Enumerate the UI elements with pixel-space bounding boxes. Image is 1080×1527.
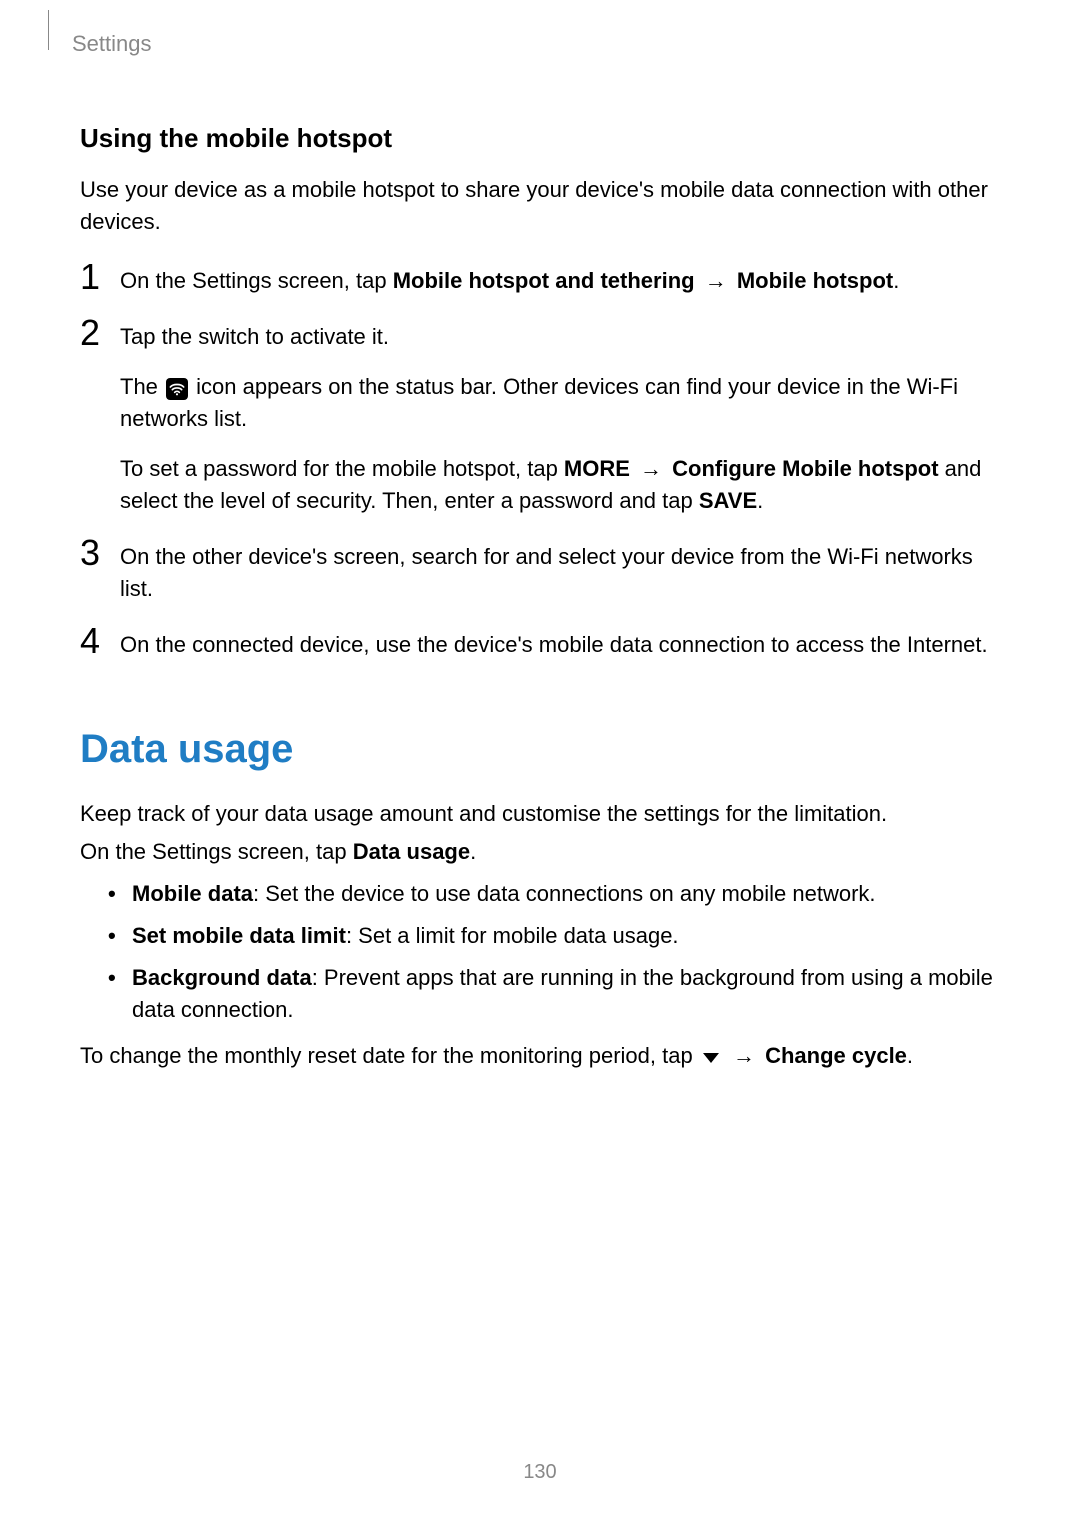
content: Using the mobile hotspot Use your device…: [80, 120, 1000, 1074]
text: .: [470, 839, 476, 864]
step: 1 On the Settings screen, tap Mobile hot…: [80, 259, 1000, 297]
bold-text: Mobile data: [132, 881, 253, 906]
bold-text: Mobile hotspot and tethering: [393, 268, 695, 293]
text: .: [893, 268, 899, 293]
list-item: Set mobile data limit: Set a limit for m…: [108, 920, 1000, 952]
text: .: [757, 488, 763, 513]
text: icon appears on the status bar. Other de…: [120, 374, 958, 431]
step-number: 3: [80, 535, 120, 571]
page: Settings Using the mobile hotspot Use yo…: [0, 0, 1080, 1527]
text: On the other device's screen, search for…: [120, 541, 1000, 605]
step-number: 4: [80, 623, 120, 659]
arrow-text: →: [695, 268, 737, 293]
step: 3 On the other device's screen, search f…: [80, 535, 1000, 605]
bold-text: MORE: [564, 456, 630, 481]
paragraph: Keep track of your data usage amount and…: [80, 798, 1000, 830]
text: : Set a limit for mobile data usage.: [346, 923, 679, 948]
bold-text: SAVE: [699, 488, 757, 513]
step: 2 Tap the switch to activate it. The: [80, 315, 1000, 516]
text: Tap the switch to activate it.: [120, 321, 1000, 353]
text: On the connected device, use the device'…: [120, 629, 1000, 661]
step-body: On the connected device, use the device'…: [120, 623, 1000, 661]
bullet-list: Mobile data: Set the device to use data …: [80, 878, 1000, 1026]
intro-paragraph: Use your device as a mobile hotspot to s…: [80, 174, 1000, 238]
text: To set a password for the mobile hotspot…: [120, 456, 564, 481]
paragraph: To change the monthly reset date for the…: [80, 1040, 1000, 1074]
text: To change the monthly reset date for the…: [80, 1043, 699, 1068]
text: On the Settings screen, tap: [80, 839, 353, 864]
bold-text: Configure Mobile hotspot: [672, 456, 938, 481]
arrow-text: →: [630, 456, 672, 481]
step-body: Tap the switch to activate it. The icon: [120, 315, 1000, 516]
step-number: 1: [80, 259, 120, 295]
hotspot-icon: [166, 378, 188, 400]
bold-text: Background data: [132, 965, 312, 990]
arrow-text: →: [729, 1043, 765, 1068]
section-title: Data usage: [80, 720, 1000, 778]
header-rule: [48, 10, 49, 50]
list-item: Mobile data: Set the device to use data …: [108, 878, 1000, 910]
page-number: 130: [0, 1458, 1080, 1487]
dropdown-icon: [701, 1042, 721, 1074]
list-item: Background data: Prevent apps that are r…: [108, 962, 1000, 1026]
paragraph: On the Settings screen, tap Data usage.: [80, 836, 1000, 868]
step-body: On the other device's screen, search for…: [120, 535, 1000, 605]
step-body: On the Settings screen, tap Mobile hotsp…: [120, 259, 1000, 297]
subsection-heading: Using the mobile hotspot: [80, 120, 1000, 158]
text: .: [907, 1043, 913, 1068]
bold-text: Set mobile data limit: [132, 923, 346, 948]
steps-list: 1 On the Settings screen, tap Mobile hot…: [80, 259, 1000, 660]
bold-text: Mobile hotspot: [737, 268, 893, 293]
bold-text: Data usage: [353, 839, 470, 864]
text: The: [120, 374, 164, 399]
header-section-label: Settings: [72, 28, 152, 60]
text: : Set the device to use data connections…: [253, 881, 876, 906]
step: 4 On the connected device, use the devic…: [80, 623, 1000, 661]
bold-text: Change cycle: [765, 1043, 907, 1068]
text: On the Settings screen, tap: [120, 268, 393, 293]
step-number: 2: [80, 315, 120, 351]
